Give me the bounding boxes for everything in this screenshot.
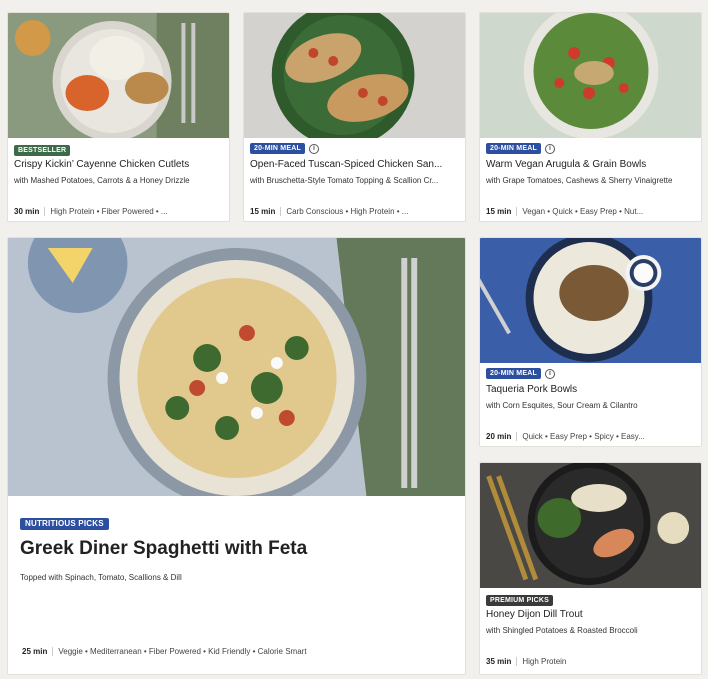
recipe-tags: High Protein • Fiber Powered • ... [50,207,168,216]
recipe-card-honey-dijon-trout[interactable]: Premium picks Honey Dijon Dill Trout wit… [479,462,702,675]
recipe-tags: Vegan • Quick • Easy Prep • Nut... [522,207,644,216]
recipe-title[interactable]: Taqueria Pork Bowls [486,384,695,395]
info-icon[interactable]: i [308,143,319,154]
recipe-card-greek-spaghetti[interactable]: Nutritious picks Greek Diner Spaghetti w… [7,237,466,675]
recipe-meta: 15 min Carb Conscious • High Protein • .… [250,207,459,216]
recipe-meta: 25 min Veggie • Mediterranean • Fiber Po… [22,647,459,656]
recipe-photo [8,238,465,496]
recipe-title[interactable]: Crispy Kickin’ Cayenne Chicken Cutlets [14,159,223,170]
nutritious-picks-badge: Nutritious picks [20,518,109,530]
recipe-tags: High Protein [522,657,567,666]
premium-picks-badge: Premium picks [486,595,553,606]
recipe-photo [480,13,701,138]
cook-time: 35 min [486,657,512,666]
recipe-photo [244,13,465,138]
recipe-card-taqueria-pork[interactable]: 20-min meal i Taqueria Pork Bowls with C… [479,237,702,447]
cook-time: 30 min [14,207,40,216]
recipe-tags: Carb Conscious • High Protein • ... [286,207,409,216]
recipe-subtitle: with Bruschetta-Style Tomato Topping & S… [250,176,439,185]
recipe-subtitle: Topped with Spinach, Tomato, Scallions &… [20,573,182,582]
quick-meal-badge: 20-min meal [486,143,541,154]
recipe-card-cayenne-chicken[interactable]: Bestseller Crispy Kickin’ Cayenne Chicke… [7,12,230,222]
recipe-meta: 30 min High Protein • Fiber Powered • ..… [14,207,223,216]
info-icon[interactable]: i [544,368,555,379]
recipe-card-arugula-bowls[interactable]: 20-min meal i Warm Vegan Arugula & Grain… [479,12,702,222]
recipe-title[interactable]: Open-Faced Tuscan-Spiced Chicken San... [250,159,459,170]
quick-meal-badge: 20-min meal [250,143,305,154]
info-icon[interactable]: i [544,143,555,154]
recipe-photo [8,13,229,138]
recipe-meta: 15 min Vegan • Quick • Easy Prep • Nut..… [486,207,695,216]
recipe-meta: 20 min Quick • Easy Prep • Spicy • Easy.… [486,432,695,441]
recipe-title[interactable]: Greek Diner Spaghetti with Feta [20,538,307,560]
recipe-subtitle: with Corn Esquites, Sour Cream & Cilantr… [486,401,638,410]
cook-time: 20 min [486,432,512,441]
cook-time: 25 min [22,647,48,656]
recipe-meta: 35 min High Protein [486,657,695,666]
recipe-photo [480,238,701,363]
recipe-title[interactable]: Warm Vegan Arugula & Grain Bowls [486,159,695,170]
recipe-tags: Veggie • Mediterranean • Fiber Powered •… [58,647,307,656]
recipe-photo [480,463,701,588]
cook-time: 15 min [486,207,512,216]
recipe-tags: Quick • Easy Prep • Spicy • Easy... [522,432,645,441]
recipe-subtitle: with Mashed Potatoes, Carrots & a Honey … [14,176,190,185]
recipe-title[interactable]: Honey Dijon Dill Trout [486,609,695,620]
recipe-card-tuscan-chicken[interactable]: 20-min meal i Open-Faced Tuscan-Spiced C… [243,12,466,222]
cook-time: 15 min [250,207,276,216]
recipe-subtitle: with Shingled Potatoes & Roasted Broccol… [486,626,638,635]
quick-meal-badge: 20-min meal [486,368,541,379]
recipe-subtitle: with Grape Tomatoes, Cashews & Sherry Vi… [486,176,673,185]
bestseller-badge: Bestseller [14,145,71,156]
